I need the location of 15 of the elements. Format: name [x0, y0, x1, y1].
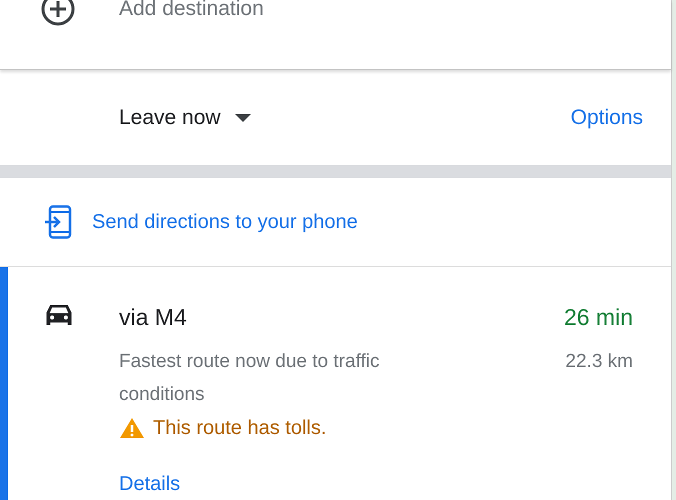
route-title: via M4 [119, 303, 187, 332]
toll-warning: This route has tolls. [153, 416, 326, 440]
route-description: Fastest route now due to traffic conditions [119, 350, 381, 406]
add-destination-field[interactable]: Add destination [119, 0, 264, 19]
warning-icon [119, 416, 145, 438]
leave-now-dropdown[interactable]: Leave now [119, 102, 251, 134]
send-to-phone-icon [44, 205, 72, 239]
add-icon[interactable] [41, 0, 75, 26]
car-icon [44, 302, 74, 328]
details-link[interactable]: Details [119, 468, 180, 498]
route-distance: 22.3 km [565, 350, 633, 374]
route-duration: 26 min [564, 303, 633, 332]
caret-icon [234, 114, 251, 122]
send-to-phone-link[interactable]: Send directions to your phone [44, 205, 358, 239]
options-link[interactable]: Options [570, 102, 643, 134]
